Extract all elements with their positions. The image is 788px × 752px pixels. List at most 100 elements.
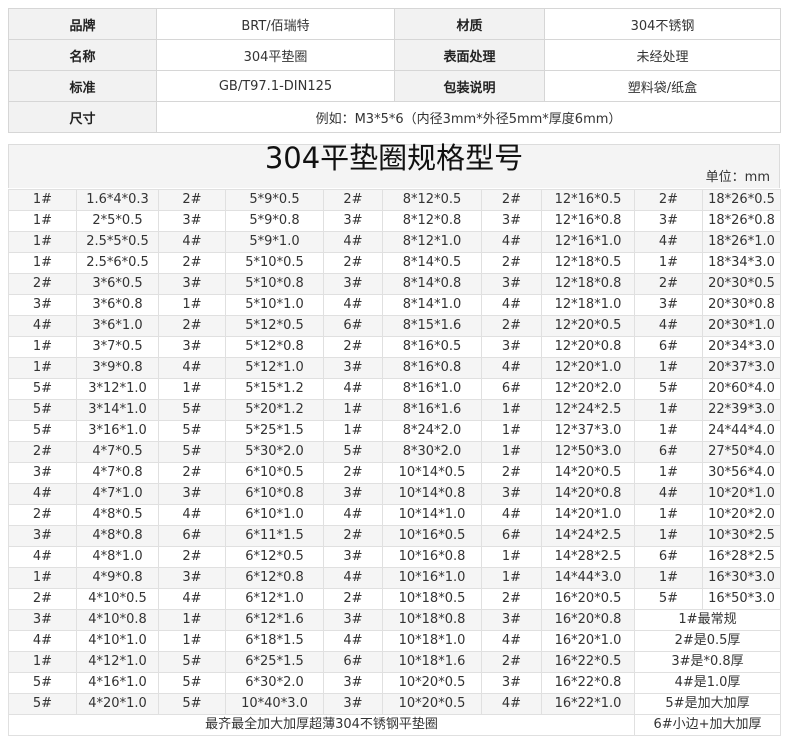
spec-grade: 1# <box>8 357 77 379</box>
spec-grade: 1# <box>634 462 703 484</box>
spec-size: 10*20*1.0 <box>702 483 781 505</box>
spec-size: 18*34*3.0 <box>702 252 781 274</box>
spec-grade: 2# <box>323 336 383 358</box>
spec-grade: 2# <box>158 189 226 211</box>
spec-grade: 6# <box>323 651 383 673</box>
spec-table: 1# 1.6*4*0.3 2# 5*9*0.5 2# 8*12*0.5 2# 12*16*0.… <box>8 189 781 736</box>
spec-grade: 5# <box>8 399 77 421</box>
attribute-row-size: 尺寸 例如：M3*5*6（内径3mm*外径5mm*厚度6mm） <box>8 101 781 133</box>
attribute-value-size: 例如：M3*5*6（内径3mm*外径5mm*厚度6mm） <box>156 101 781 133</box>
spec-grade: 1# <box>634 567 703 589</box>
spec-size: 5*30*2.0 <box>225 441 324 463</box>
spec-grade: 4# <box>323 231 383 253</box>
spec-row: 1# 2.5*5*0.5 4# 5*9*1.0 4# 8*12*1.0 4# 12*16*1.… <box>8 231 781 253</box>
spec-size: 3*16*1.0 <box>76 420 159 442</box>
spec-grade: 4# <box>323 504 383 526</box>
spec-size: 12*18*0.8 <box>541 273 635 295</box>
spec-size: 22*39*3.0 <box>702 399 781 421</box>
spec-grade: 2# <box>158 252 226 274</box>
spec-size: 5*25*1.5 <box>225 420 324 442</box>
spec-grade: 5# <box>8 693 77 715</box>
spec-grade: 4# <box>323 378 383 400</box>
spec-grade: 1# <box>8 651 77 673</box>
spec-grade: 3# <box>481 273 542 295</box>
spec-row: 5# 4*16*1.0 5# 6*30*2.0 3# 10*20*0.5 3# 16*22*0… <box>8 672 781 694</box>
spec-grade: 2# <box>8 588 77 610</box>
spec-grade: 5# <box>8 420 77 442</box>
spec-size: 2.5*5*0.5 <box>76 231 159 253</box>
spec-size: 2*5*0.5 <box>76 210 159 232</box>
attributes-body: 品牌 BRT/佰瑞特 材质 304不锈钢 名称 304平垫圈 表面处理 未经处理 标准 GB/T9… <box>8 8 781 133</box>
spec-size: 10*30*2.5 <box>702 525 781 547</box>
spec-grade: 2# <box>323 189 383 211</box>
spec-row: 4# 4*10*1.0 1# 6*18*1.5 4# 10*18*1.0 4# 16*20*1… <box>8 630 781 652</box>
spec-size: 5*10*0.8 <box>225 273 324 295</box>
spec-grade: 1# <box>481 441 542 463</box>
spec-size: 14*44*3.0 <box>541 567 635 589</box>
spec-size: 14*20*1.0 <box>541 504 635 526</box>
spec-grade: 2# <box>158 315 226 337</box>
spec-size: 8*12*0.5 <box>382 189 482 211</box>
spec-size: 14*20*0.5 <box>541 462 635 484</box>
spec-grade: 5# <box>634 588 703 610</box>
spec-grade: 1# <box>8 336 77 358</box>
attribute-key: 标准 <box>8 70 157 102</box>
spec-grade: 4# <box>323 294 383 316</box>
spec-grade: 2# <box>481 462 542 484</box>
spec-size: 3*6*0.8 <box>76 294 159 316</box>
footer-note: 6#小边+加大加厚 <box>634 714 781 736</box>
spec-grade: 4# <box>634 315 703 337</box>
spec-size: 4*10*0.8 <box>76 609 159 631</box>
spec-size: 16*22*0.8 <box>541 672 635 694</box>
spec-row: 5# 3*14*1.0 5# 5*20*1.2 1# 8*16*1.6 1# 12*24*2.… <box>8 399 781 421</box>
spec-size: 12*18*0.5 <box>541 252 635 274</box>
spec-size: 6*12*1.0 <box>225 588 324 610</box>
spec-row: 4# 4*8*1.0 2# 6*12*0.5 3# 10*16*0.8 1# 14*28*2.… <box>8 546 781 568</box>
spec-size: 4*16*1.0 <box>76 672 159 694</box>
spec-grade: 3# <box>323 672 383 694</box>
spec-grade: 3# <box>158 273 226 295</box>
spec-grade: 2# <box>481 189 542 211</box>
product-spec-page: { "attributes": [ {"k1": "品牌", "v1": "BR… <box>0 0 788 752</box>
spec-row: 2# 3*6*0.5 3# 5*10*0.8 3# 8*14*0.8 3# 12*18*0.8… <box>8 273 781 295</box>
spec-size: 12*16*1.0 <box>541 231 635 253</box>
attribute-key: 品牌 <box>8 8 157 40</box>
spec-size: 6*12*1.6 <box>225 609 324 631</box>
spec-size: 30*56*4.0 <box>702 462 781 484</box>
spec-size: 10*20*2.0 <box>702 504 781 526</box>
spec-grade: 3# <box>158 336 226 358</box>
spec-size: 16*22*1.0 <box>541 693 635 715</box>
spec-grade: 6# <box>634 546 703 568</box>
spec-row: 1# 4*9*0.8 3# 6*12*0.8 4# 10*16*1.0 1# 14*44*3.… <box>8 567 781 589</box>
spec-grade: 1# <box>158 609 226 631</box>
spec-size: 3*6*0.5 <box>76 273 159 295</box>
spec-grade: 1# <box>481 546 542 568</box>
spec-grade: 1# <box>481 567 542 589</box>
spec-grade: 1# <box>323 399 383 421</box>
spec-size: 3*12*1.0 <box>76 378 159 400</box>
spec-size: 5*9*0.8 <box>225 210 324 232</box>
spec-size: 20*30*0.8 <box>702 294 781 316</box>
attribute-key: 包装说明 <box>394 70 545 102</box>
spec-grade: 1# <box>158 294 226 316</box>
spec-grade: 1# <box>634 525 703 547</box>
spec-grade: 1# <box>8 567 77 589</box>
spec-size: 6*30*2.0 <box>225 672 324 694</box>
spec-size: 16*30*3.0 <box>702 567 781 589</box>
spec-size: 10*18*1.0 <box>382 630 482 652</box>
attribute-row: 名称 304平垫圈 表面处理 未经处理 <box>8 39 781 71</box>
spec-grade: 2# <box>8 273 77 295</box>
spec-grade: 5# <box>158 399 226 421</box>
spec-size: 18*26*1.0 <box>702 231 781 253</box>
spec-size: 18*26*0.5 <box>702 189 781 211</box>
spec-size: 12*20*1.0 <box>541 357 635 379</box>
spec-grade: 6# <box>158 525 226 547</box>
spec-grade: 3# <box>323 693 383 715</box>
spec-size: 10*40*3.0 <box>225 693 324 715</box>
spec-grade: 6# <box>481 378 542 400</box>
spec-grade: 4# <box>323 567 383 589</box>
attribute-key: 尺寸 <box>8 101 157 133</box>
spec-size: 14*20*0.8 <box>541 483 635 505</box>
spec-grade: 2# <box>323 252 383 274</box>
spec-size: 16*20*0.8 <box>541 609 635 631</box>
